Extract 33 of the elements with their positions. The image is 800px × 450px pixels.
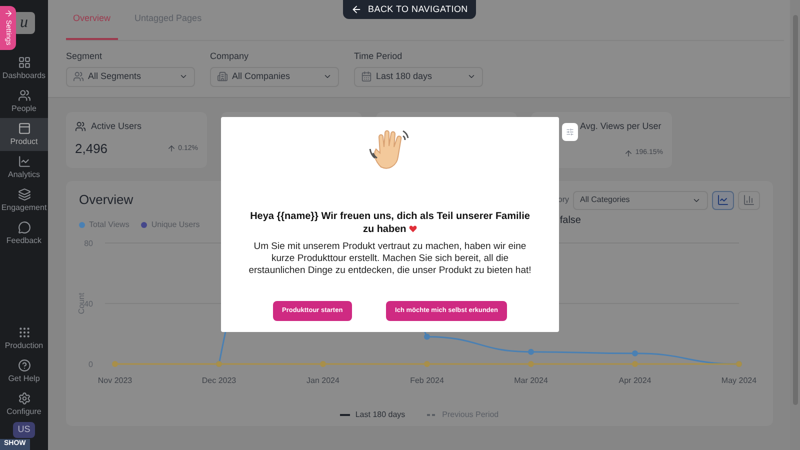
sidebar-item[interactable]: Engagement	[0, 184, 48, 217]
sidebar-item[interactable]: Get Help	[0, 355, 48, 388]
sidebar-item[interactable]: Product	[0, 118, 48, 151]
user-avatar[interactable]: US	[13, 422, 35, 438]
sidebar-item[interactable]: Production	[0, 322, 48, 355]
sidebar-item[interactable]: Configure	[0, 388, 48, 421]
x-tick-label: Feb 2024	[410, 376, 444, 385]
sidebar-item[interactable]: Analytics	[0, 151, 48, 184]
sidebar-item[interactable]: Feedback	[0, 217, 48, 250]
section-title: Overview	[79, 190, 134, 208]
category-dropdown[interactable]: All Categories	[573, 190, 708, 210]
legend-label: Last 180 days	[355, 409, 406, 421]
filter-label: Company	[210, 50, 250, 63]
x-tick-label: Nov 2023	[98, 376, 132, 385]
metric-value: 2,496	[75, 140, 108, 158]
card-title: Avg. Views per User	[580, 120, 662, 133]
dialog-heading: Heya {{name}} Wir freuen uns, dich als Teil unserer Familie zu haben	[249, 210, 531, 236]
filter-dropdown[interactable]: All Segments	[66, 66, 195, 86]
x-tick-label: Apr 2024	[618, 376, 652, 385]
x-tick-label: May 2024	[721, 376, 757, 385]
card-title: Active Users	[91, 120, 142, 132]
sidebar-item[interactable]: Dashboards	[0, 52, 48, 85]
filter-label: Segment	[66, 50, 104, 63]
filter-dropdown[interactable]: Last 180 days	[354, 66, 483, 86]
x-tick-label: Mar 2024	[514, 376, 548, 385]
x-tick-label: Dec 2023	[202, 376, 236, 385]
dialog-body: Um Sie mit unserem Produkt vertraut zu machen, haben wir eine kurze Produkttour erstellt. Machen Sie sich bereit, all die erstaunlichen Dinge zu entdecken, die unser Produkt zu bieten hat!	[248, 241, 532, 277]
x-tick-label: Jan 2024	[306, 376, 340, 385]
sidebar-item[interactable]: People	[0, 85, 48, 118]
filter-dropdown[interactable]: All Companies	[210, 66, 339, 86]
flag-text: false	[558, 214, 582, 228]
filter-label: Time Period	[354, 50, 404, 63]
back-to-navigation-button[interactable]: BACK TO NAVIGATION	[343, 0, 476, 19]
